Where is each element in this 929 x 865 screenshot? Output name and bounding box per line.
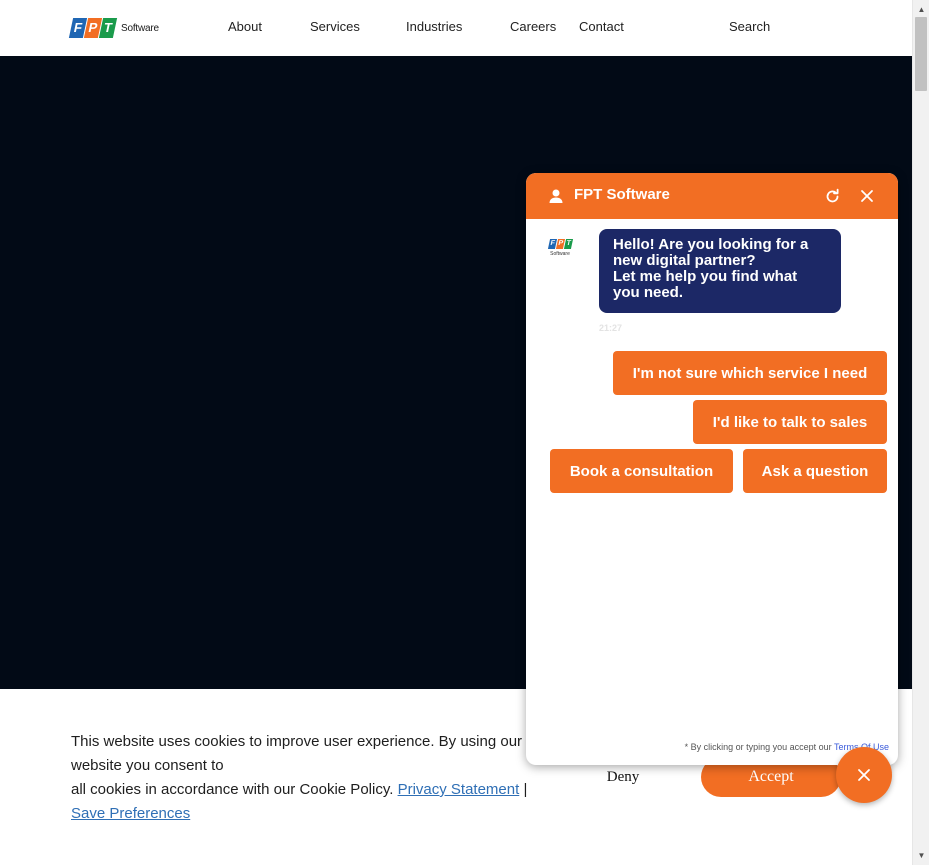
nav-industries[interactable]: Industries bbox=[406, 19, 462, 34]
logo-letter-t: T bbox=[98, 18, 118, 38]
bot-avatar: F P T Software bbox=[546, 239, 574, 267]
scroll-down-arrow-icon[interactable]: ▼ bbox=[913, 848, 929, 863]
site-header: F P T Software About Services Industries… bbox=[0, 0, 912, 56]
chat-widget: FPT Software F P T Software Hello! Are y… bbox=[526, 173, 898, 765]
close-icon bbox=[858, 769, 870, 781]
quick-reply-ask-question[interactable]: Ask a question bbox=[743, 449, 887, 493]
avatar-word: Software bbox=[550, 251, 570, 257]
avatar-logo-mark: F P T bbox=[546, 239, 574, 249]
bot-message-bubble: Hello! Are you looking for a new digital… bbox=[599, 229, 841, 313]
cookie-text-line1: This website uses cookies to improve use… bbox=[71, 733, 523, 774]
fpt-software-logo[interactable]: F P T Software bbox=[68, 16, 159, 40]
nav-services[interactable]: Services bbox=[310, 19, 360, 34]
refresh-icon[interactable] bbox=[824, 188, 841, 205]
avatar-letter-t: T bbox=[563, 239, 573, 249]
cookie-message: This website uses cookies to improve use… bbox=[71, 730, 541, 826]
logo-word: Software bbox=[121, 22, 159, 34]
close-icon[interactable] bbox=[859, 188, 875, 204]
nav-about[interactable]: About bbox=[228, 19, 262, 34]
bot-message-line: Hello! Are you looking for a bbox=[613, 236, 809, 253]
cookie-text-line2: all cookies in accordance with our Cooki… bbox=[71, 781, 394, 798]
quick-reply-book-consultation[interactable]: Book a consultation bbox=[550, 449, 733, 493]
scrollbar-thumb[interactable] bbox=[915, 17, 927, 91]
search-link[interactable]: Search bbox=[729, 19, 770, 34]
bot-message-line: new digital partner? bbox=[613, 252, 756, 269]
link-separator: | bbox=[523, 781, 528, 798]
chat-toggle-button[interactable] bbox=[836, 747, 892, 803]
chat-title: FPT Software bbox=[574, 186, 670, 203]
bot-message-line: you need. bbox=[613, 284, 684, 301]
scroll-up-arrow-icon[interactable]: ▲ bbox=[913, 2, 929, 17]
user-icon bbox=[549, 189, 563, 203]
privacy-statement-link[interactable]: Privacy Statement bbox=[398, 781, 520, 798]
logo-mark: F P T bbox=[68, 18, 118, 38]
bot-message-line: Let me help you find what bbox=[613, 268, 798, 285]
chat-header: FPT Software bbox=[526, 173, 898, 219]
quick-reply-talk-to-sales[interactable]: I'd like to talk to sales bbox=[693, 400, 887, 444]
nav-careers[interactable]: Careers bbox=[510, 19, 556, 34]
page-scrollbar[interactable]: ▲ ▼ bbox=[912, 0, 929, 865]
message-timestamp: 21:27 bbox=[599, 323, 623, 333]
terms-note-text: * By clicking or typing you accept our bbox=[684, 742, 832, 752]
save-preferences-link[interactable]: Save Preferences bbox=[71, 805, 190, 822]
quick-reply-unsure-service[interactable]: I'm not sure which service I need bbox=[613, 351, 887, 395]
nav-contact[interactable]: Contact bbox=[579, 19, 624, 34]
